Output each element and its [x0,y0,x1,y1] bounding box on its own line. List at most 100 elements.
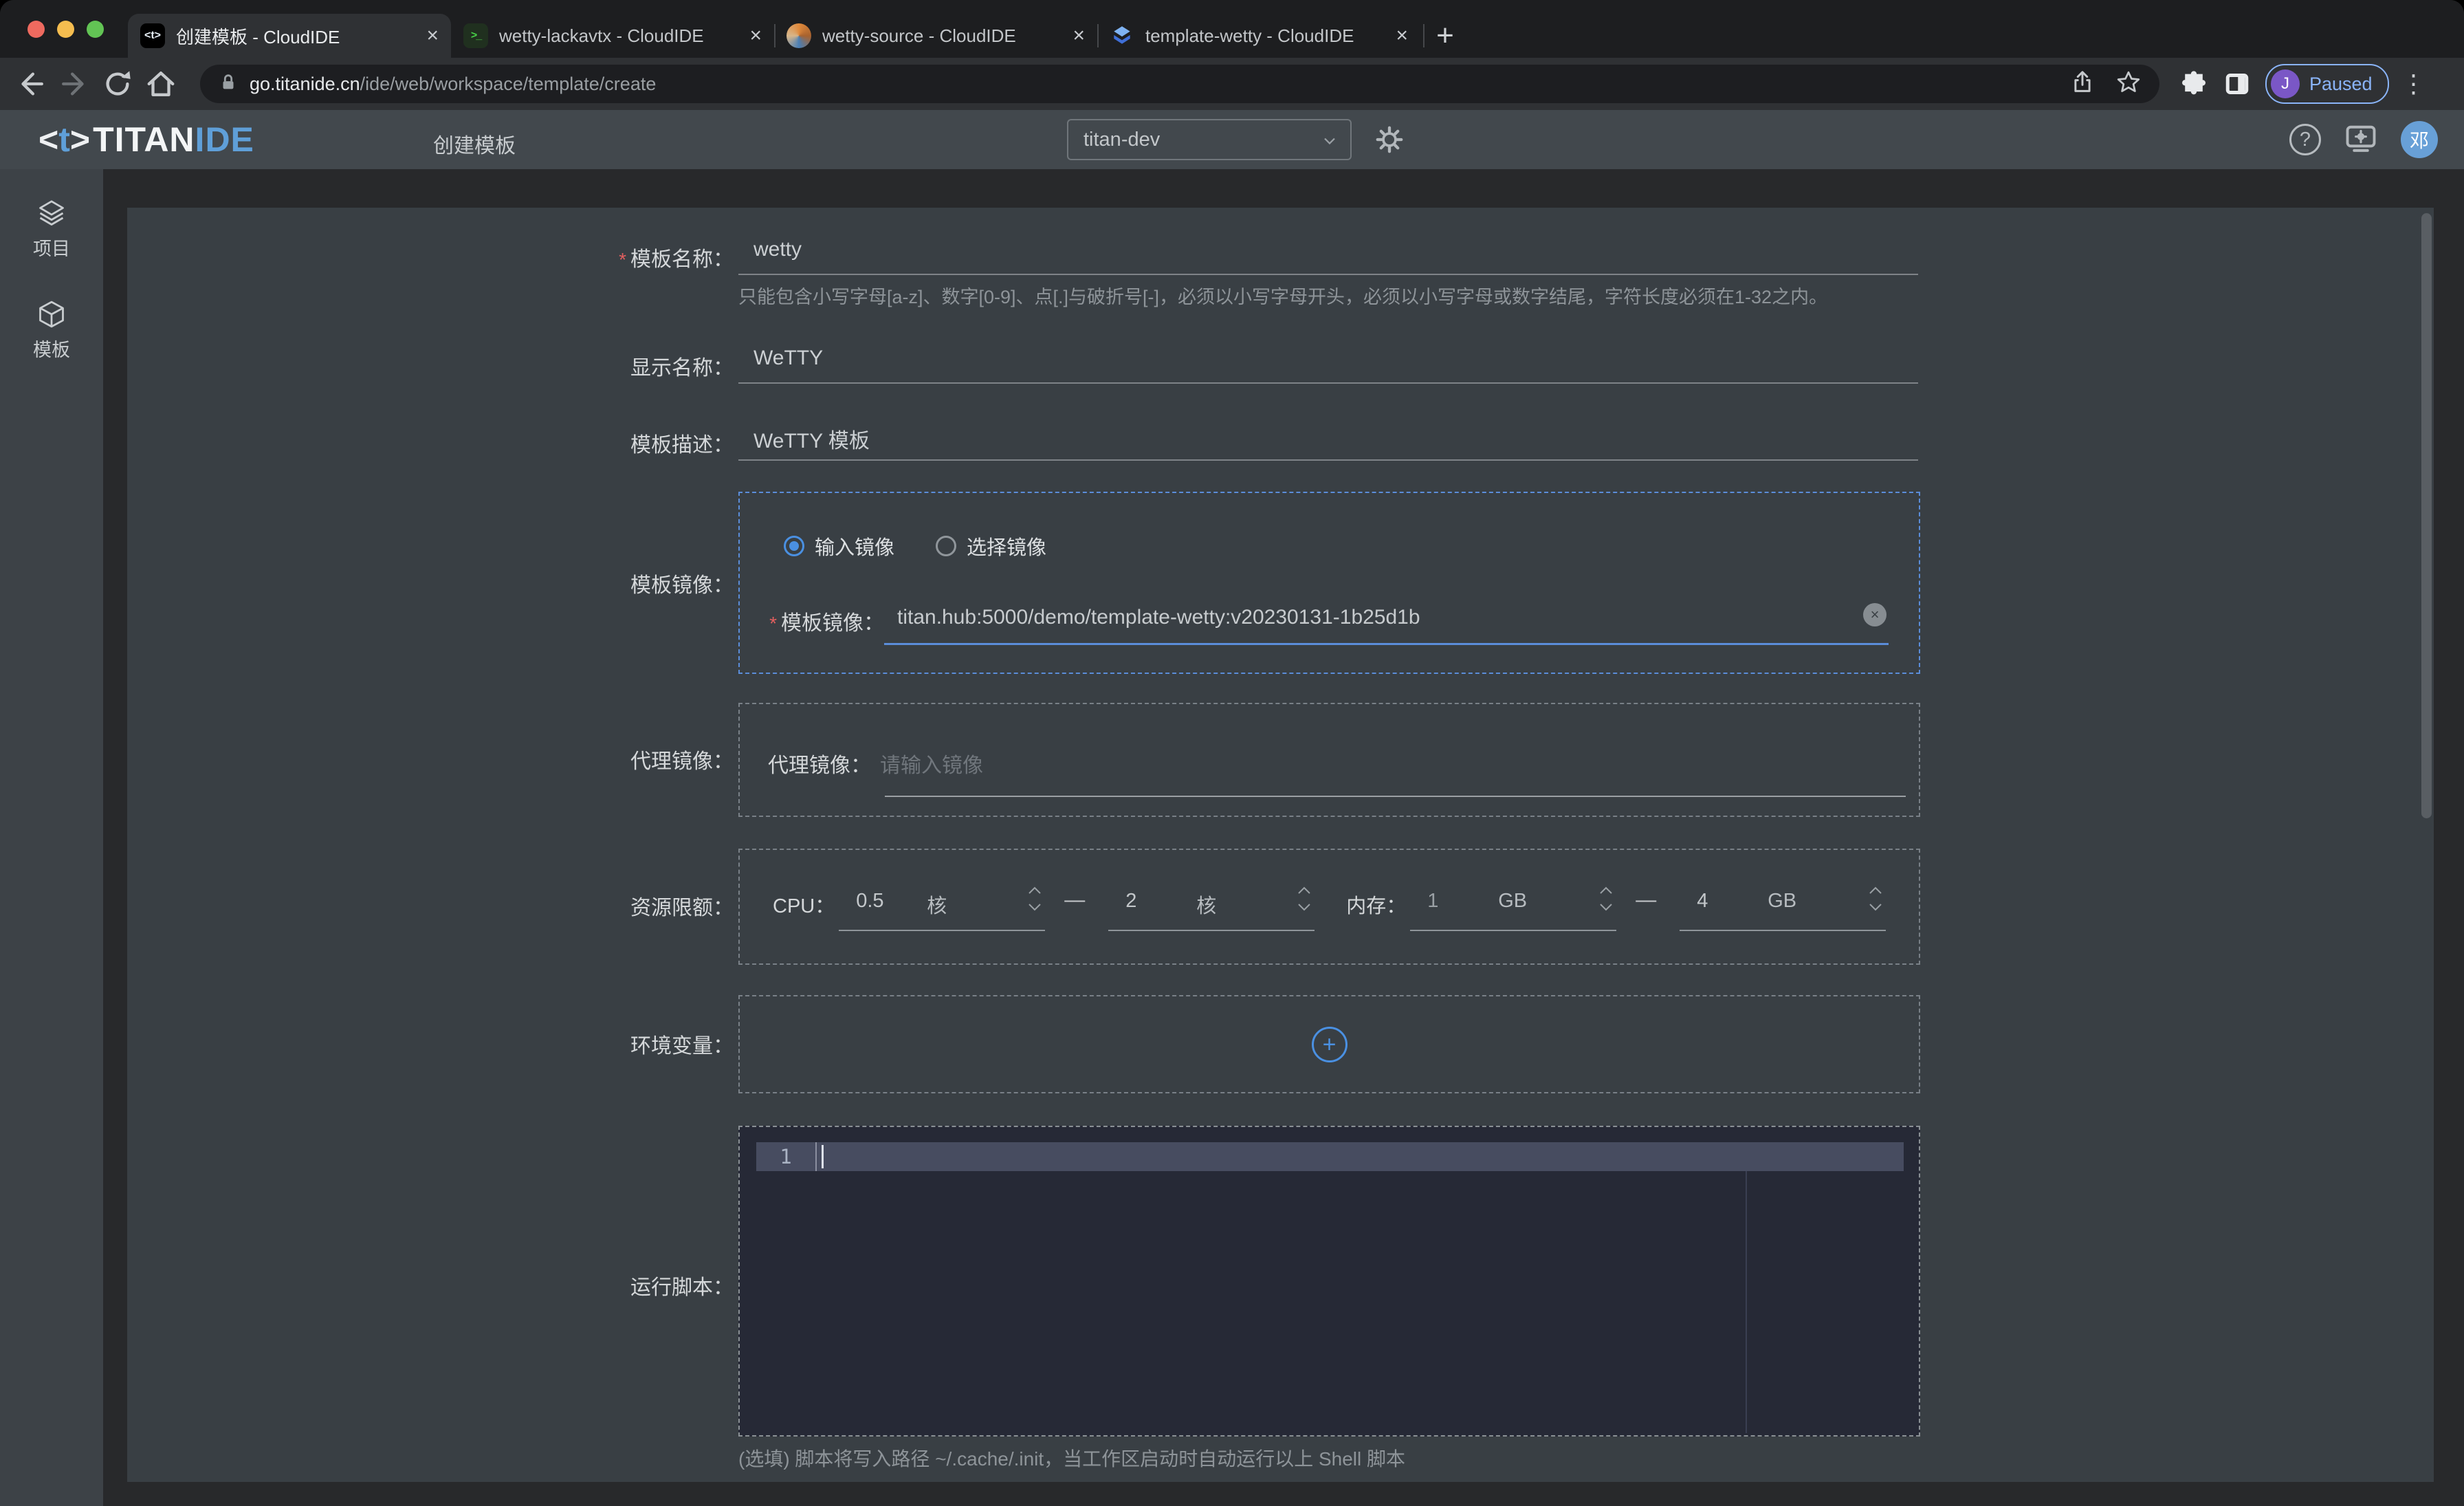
editor-current-line[interactable]: 1 [756,1142,1904,1171]
env-vars-label: 环境变量： [127,1029,734,1059]
stepper-arrows[interactable] [1297,886,1312,912]
new-tab-button[interactable]: + [1423,14,1467,58]
scrollbar-thumb[interactable] [2421,213,2432,818]
url-bar[interactable]: go.titanide.cn/ide/web/workspace/templat… [200,65,2159,103]
cpu-max-stepper[interactable]: 2 核 [1108,880,1314,931]
memory-min-stepper[interactable]: 1 GB [1410,880,1616,931]
proxy-field-label: 代理镜像： [754,748,871,778]
stepper-up-icon [1027,886,1042,895]
display-name-input[interactable]: WeTTY [738,336,1918,384]
description-value: WeTTY 模板 [754,424,870,454]
script-editor[interactable]: 1 [738,1126,1920,1437]
clear-icon[interactable]: × [1863,603,1886,626]
header-actions: ? 邓 [2289,110,2438,169]
radio-unselected-icon [936,536,956,556]
help-icon[interactable]: ? [2289,124,2321,155]
lock-icon [218,72,239,96]
side-panel-icon[interactable] [2220,67,2254,101]
reload-icon[interactable] [100,67,135,101]
run-script-label: 运行脚本： [127,1270,734,1300]
app-header: <t>TITANIDE 创建模板 titan-dev ? 邓 [0,110,2464,169]
tab-close-icon[interactable]: × [1396,24,1408,47]
tab-strip: <t> 创建模板 - CloudIDE × >_ wetty-lackavtx … [0,0,2464,58]
cube-icon [36,299,67,329]
system-settings-icon[interactable] [2343,120,2379,160]
template-name-label: *模板名称： [127,242,734,272]
window-minimize-button[interactable] [57,21,74,38]
window-close-button[interactable] [28,21,45,38]
editor-ruler [1746,1171,1747,1433]
memory-max-value: 4 [1697,890,1708,913]
home-icon[interactable] [144,67,178,101]
image-field-value[interactable]: titan.hub:5000/demo/template-wetty:v2023… [897,606,1420,629]
range-dash: — [1636,888,1656,912]
resources-row: CPU： 0.5 核 — 2 核 [773,880,1886,932]
share-icon[interactable] [2070,70,2095,98]
stepper-arrows[interactable] [1598,886,1614,912]
tab-wetty-source[interactable]: wetty-source - CloudIDE × [774,14,1097,58]
tab-create-template[interactable]: <t> 创建模板 - CloudIDE × [128,14,451,58]
stepper-up-icon [1868,886,1883,895]
extensions-icon[interactable] [2177,67,2212,101]
memory-min-unit: GB [1498,890,1527,913]
url-text: go.titanide.cn/ide/web/workspace/templat… [250,74,656,95]
env-vars-box: + [738,995,1920,1093]
stepper-down-icon [1598,903,1614,912]
sidebar-item-projects[interactable]: 项目 [33,198,70,261]
window-zoom-button[interactable] [87,21,104,38]
tab-close-icon[interactable]: × [1072,24,1085,47]
radio-select-image[interactable]: 选择镜像 [936,532,1046,560]
tab-close-icon[interactable]: × [749,24,762,47]
stepper-up-icon [1297,886,1312,895]
resources-group-label: 资源限额： [127,891,734,921]
url-host: go.titanide.cn [250,74,360,94]
main-content: *模板名称： wetty 只能包含小写字母[a-z]、数字[0-9]、点[.]与… [103,169,2464,1506]
tab-close-icon[interactable]: × [426,24,439,47]
forward-icon[interactable] [57,67,91,101]
chevron-down-icon [1320,131,1339,151]
stepper-down-icon [1027,903,1042,912]
sidebar-item-templates[interactable]: 模板 [33,299,70,362]
tab-title: 创建模板 - CloudIDE [176,23,418,49]
image-field-underline [884,643,1889,645]
memory-label: 内存： [1346,890,1406,919]
page-title: 创建模板 [433,129,516,159]
titanide-favicon: <t> [140,23,165,48]
environment-select[interactable]: titan-dev [1067,119,1352,160]
proxy-field-placeholder[interactable]: 请输入镜像 [880,748,983,778]
tab-wetty-lackavtx[interactable]: >_ wetty-lackavtx - CloudIDE × [451,14,774,58]
cpu-min-stepper[interactable]: 0.5 核 [839,880,1045,931]
radio-input-image[interactable]: 输入镜像 [784,532,894,560]
user-avatar[interactable]: 邓 [2401,121,2438,158]
image-field-label: *模板镜像： [754,606,884,636]
bookmark-star-icon[interactable] [2115,69,2142,99]
stepper-arrows[interactable] [1027,886,1042,912]
display-name-label: 显示名称： [127,351,734,381]
tab-title: wetty-lackavtx - CloudIDE [499,25,741,47]
template-name-hint: 只能包含小写字母[a-z]、数字[0-9]、点[.]与破折号[-]，必须以小写字… [738,282,1827,309]
stepper-arrows[interactable] [1868,886,1883,912]
memory-max-stepper[interactable]: 4 GB [1680,880,1886,931]
text-cursor [822,1145,824,1168]
proxy-group-label: 代理镜像： [127,744,734,774]
radio-selected-icon [784,536,804,556]
template-favicon [1110,23,1134,48]
resources-group-box: CPU： 0.5 核 — 2 核 [738,849,1920,965]
template-name-input[interactable]: wetty [738,227,1918,275]
profile-chip[interactable]: J Paused [2265,64,2389,104]
url-path: /ide/web/workspace/template/create [360,74,657,94]
run-script-hint: (选填) 脚本将写入路径 ~/.cache/.init，当工作区启动时自动运行以… [738,1444,1405,1472]
add-env-var-button[interactable]: + [1312,1027,1348,1062]
kebab-menu-icon[interactable]: ⋮ [2399,69,2429,98]
browser-toolbar: go.titanide.cn/ide/web/workspace/templat… [0,58,2464,110]
template-name-value: wetty [754,238,802,261]
gear-icon[interactable] [1374,124,1405,159]
terminal-favicon: >_ [463,23,488,48]
back-icon[interactable] [14,67,48,101]
layers-icon [36,198,67,228]
description-input[interactable]: WeTTY 模板 [738,413,1918,461]
tab-title: wetty-source - CloudIDE [822,25,1064,47]
image-field: *模板镜像： titan.hub:5000/demo/template-wett… [740,596,1919,651]
tab-template-wetty[interactable]: template-wetty - CloudIDE × [1097,14,1420,58]
required-mark: * [619,249,626,270]
